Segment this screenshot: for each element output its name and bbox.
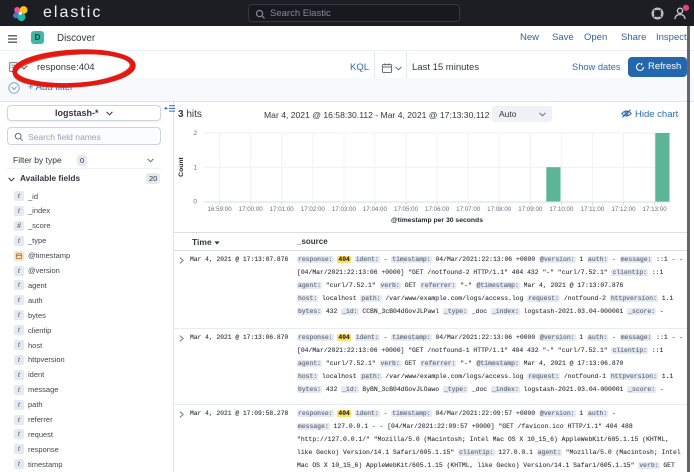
svg-text:0: 0 (193, 199, 197, 206)
svg-text:17:10:00: 17:10:00 (549, 206, 574, 213)
svg-text:17:03:00: 17:03:00 (332, 206, 357, 213)
svg-text:Count: Count (178, 156, 185, 176)
svg-text:17:11:00: 17:11:00 (581, 206, 605, 213)
svg-text:1: 1 (193, 164, 197, 171)
svg-text:2: 2 (193, 130, 197, 137)
svg-text:17:04:00: 17:04:00 (363, 206, 388, 213)
svg-text:17:09:00: 17:09:00 (518, 206, 543, 213)
svg-text:17:07:00: 17:07:00 (456, 206, 481, 213)
svg-text:16:59:00: 16:59:00 (208, 206, 233, 213)
svg-text:17:06:00: 17:06:00 (425, 206, 450, 213)
svg-text:17:05:00: 17:05:00 (394, 206, 419, 213)
svg-text:17:13:00: 17:13:00 (643, 206, 668, 213)
svg-text:17:08:00: 17:08:00 (487, 206, 512, 213)
svg-text:17:01:00: 17:01:00 (270, 206, 295, 213)
svg-text:17:00:00: 17:00:00 (239, 206, 264, 213)
svg-text:17:02:00: 17:02:00 (301, 206, 326, 213)
svg-text:@timestamp per 30 seconds: @timestamp per 30 seconds (391, 217, 483, 224)
svg-text:17:12:00: 17:12:00 (611, 206, 636, 213)
